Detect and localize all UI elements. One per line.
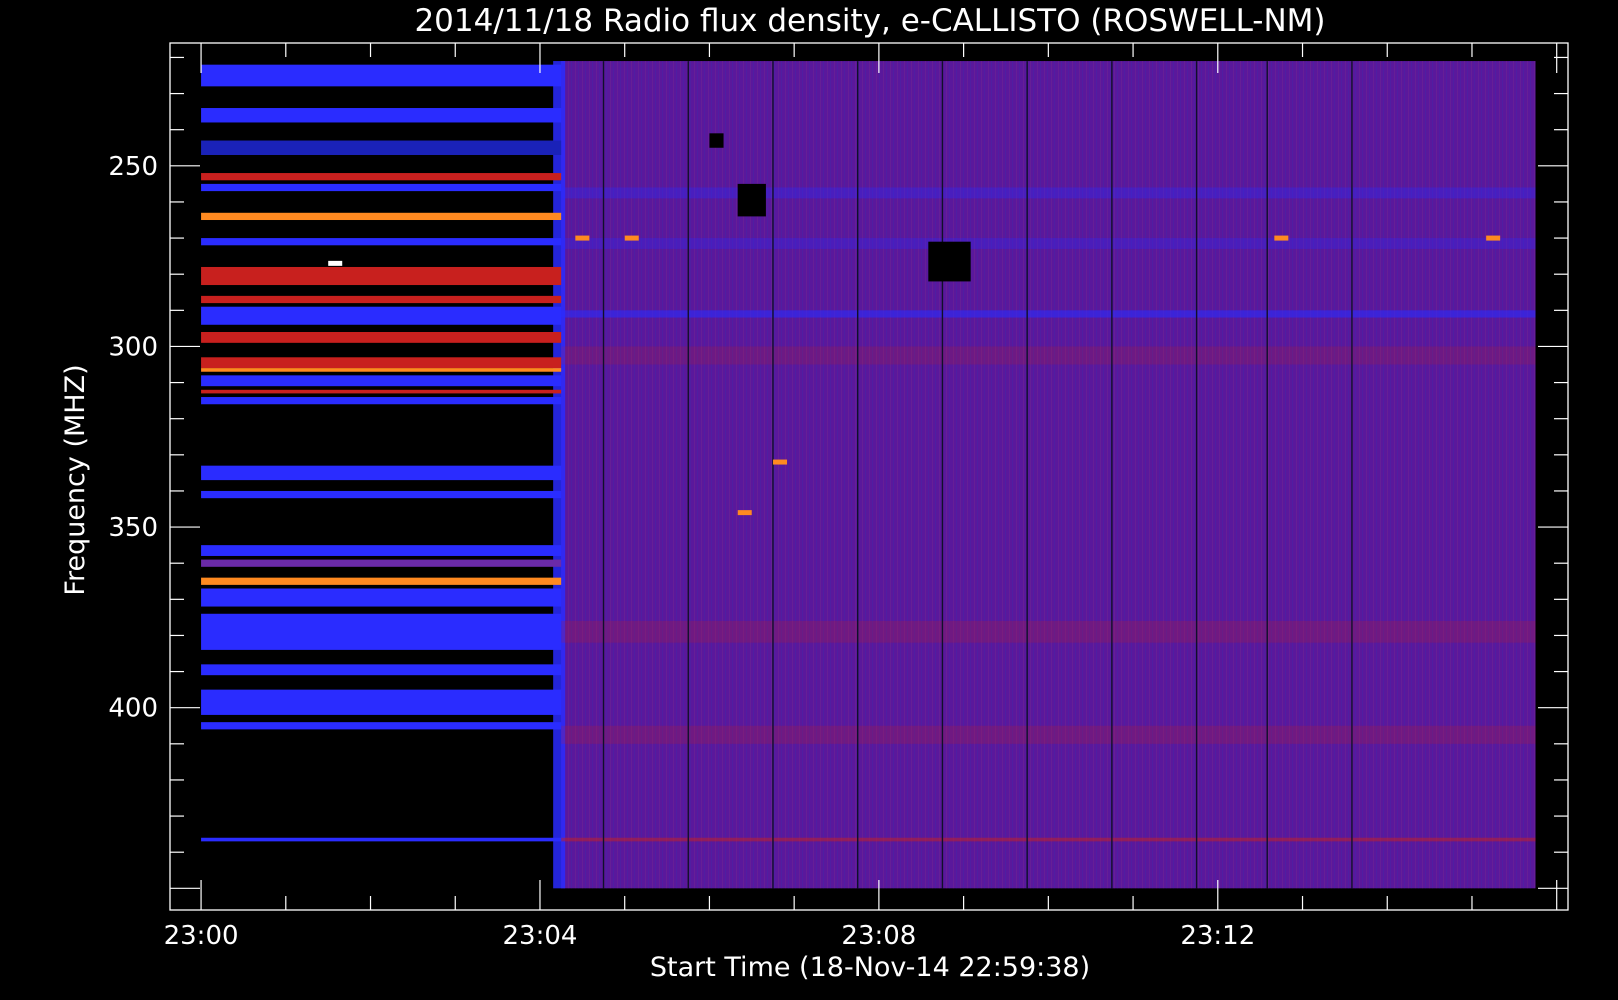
- hot-spot: [328, 260, 343, 266]
- band-blue: [201, 397, 562, 405]
- post-band: [561, 310, 1536, 318]
- band-red: [201, 266, 562, 286]
- post-band: [561, 187, 1536, 199]
- y-tick-label: 300: [108, 332, 158, 362]
- band-blue: [201, 837, 562, 842]
- band-red: [201, 173, 562, 181]
- band-red: [201, 295, 562, 304]
- band-orange: [201, 212, 562, 221]
- hot-spot: [1274, 235, 1289, 241]
- spectrogram-chart: 250 300 350 400 23:00 23:04 23:08 23:12 2014/11…: [0, 0, 1618, 1000]
- post-band: [561, 621, 1536, 643]
- band-blue: [201, 375, 562, 387]
- dark-block: [928, 241, 971, 282]
- chart-title: 2014/11/18 Radio flux density, e-CALLIST…: [414, 3, 1325, 39]
- band-red: [201, 357, 562, 369]
- plot-area: [553, 61, 1536, 889]
- hot-spot: [1486, 235, 1501, 241]
- band-blue: [201, 613, 562, 650]
- x-axis-label: Start Time (18-Nov-14 22:59:38): [650, 952, 1090, 983]
- band-blue: [201, 588, 562, 607]
- x-tick-label: 23:04: [503, 921, 578, 951]
- band-red: [201, 389, 562, 394]
- band-purple: [201, 559, 562, 567]
- post-band: [561, 837, 1536, 842]
- band-orange: [201, 368, 562, 372]
- band-blue: [201, 689, 562, 715]
- band-blue: [201, 490, 562, 499]
- band-blue: [201, 306, 562, 325]
- band-red: [201, 332, 562, 343]
- band-blue: [201, 722, 562, 730]
- dark-block: [709, 133, 724, 148]
- band-blue: [201, 183, 562, 192]
- band-darkblue: [201, 140, 562, 155]
- hot-spot: [575, 235, 590, 241]
- post-transition-texture: [561, 61, 1536, 889]
- x-tick-label: 23:12: [1180, 921, 1255, 951]
- band-blue: [201, 465, 562, 481]
- band-blue: [201, 545, 562, 556]
- post-band: [561, 346, 1536, 365]
- band-blue: [201, 64, 562, 87]
- y-tick-label: 350: [108, 513, 158, 543]
- band-blue: [201, 108, 562, 123]
- x-tick-label: 23:08: [841, 921, 916, 951]
- y-tick-label: 250: [108, 152, 158, 182]
- post-band: [561, 238, 1536, 249]
- x-tick-label: 23:00: [164, 921, 239, 951]
- y-axis-label: Frequency (MHZ): [60, 364, 91, 595]
- hot-spot: [737, 510, 752, 516]
- band-blue: [201, 238, 562, 246]
- hot-spot: [773, 459, 788, 465]
- band-orange: [201, 577, 562, 585]
- post-band: [561, 725, 1536, 744]
- dark-block: [737, 183, 766, 217]
- band-blue: [201, 664, 562, 676]
- y-tick-label: 400: [108, 694, 158, 724]
- hot-spot: [624, 235, 639, 241]
